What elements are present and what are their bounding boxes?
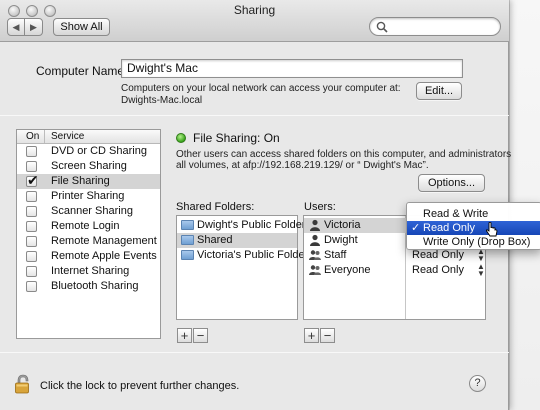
folder-icon [181,250,194,260]
service-checkbox[interactable] [26,251,37,262]
service-name: Remote Apple Events [51,250,157,262]
service-checkbox[interactable]: ✔ [26,172,39,188]
column-header-service[interactable]: Service [51,131,84,142]
service-row[interactable]: Scanner Sharing [17,204,160,219]
users-label: Users: [304,201,336,213]
add-folder-button[interactable]: + [177,328,192,343]
forward-arrow-icon[interactable]: ▶ [25,19,42,35]
shared-folders-label: Shared Folders: [176,201,255,213]
service-checkbox[interactable] [26,236,37,247]
permission-menu-item[interactable]: Read & Write [407,207,540,221]
service-row[interactable]: Internet Sharing [17,264,160,279]
shared-folder-name: Dwight's Public Folder [197,219,306,231]
permission-menu-label: Read & Write [423,208,489,220]
help-button[interactable]: ? [469,375,486,392]
titlebar: Sharing ◀ ▶ Show All [0,0,509,42]
edit-button[interactable]: Edit... [416,82,462,100]
remove-folder-button[interactable]: − [193,328,208,343]
user-name: Dwight [324,234,358,246]
service-name: DVD or CD Sharing [51,145,147,157]
permission-menu-label: Read Only [423,222,475,234]
column-header-on[interactable]: On [26,131,39,142]
service-name: Bluetooth Sharing [51,280,139,292]
show-all-button[interactable]: Show All [53,18,110,36]
user-permission[interactable]: Read Only [412,264,464,276]
service-name: Remote Login [51,220,120,232]
back-arrow-icon[interactable]: ◀ [8,19,25,35]
service-row[interactable]: Remote Apple Events [17,249,160,264]
shared-folders-list: Dwight's Public Folder Shared Victoria's P… [176,215,308,320]
user-name: Staff [324,249,347,261]
window-title: Sharing [233,3,276,17]
service-list: On Service DVD or CD Sharing Screen Shari… [16,129,161,339]
permission-popup-menu: Read & Write ✓ Read Only Write Only (Drop B… [406,202,540,250]
status-indicator-icon [176,133,186,143]
file-sharing-desc-line2: all volumes, at afp://192.168.219.129/ o… [176,160,429,171]
service-name: Screen Sharing [51,160,127,172]
shared-folder-row[interactable]: Dwight's Public Folder [177,218,305,233]
menu-checkmark-icon: ✓ [411,222,421,234]
shared-folder-row[interactable]: Victoria's Public Folder [177,248,308,263]
service-checkbox[interactable] [26,206,37,217]
shared-folder-name: Shared [197,234,233,246]
user-icon [310,219,320,231]
add-user-button[interactable]: + [304,328,319,343]
service-checkbox[interactable] [26,161,37,172]
hand-cursor-icon [486,222,498,237]
updown-arrows-icon[interactable]: ▲ ▼ [477,263,485,278]
group-icon [309,265,321,275]
computer-name-label: Computer Name: [36,64,128,78]
service-list-header: On Service [17,130,160,144]
service-row[interactable]: ✔ File Sharing [17,172,160,189]
service-name: Printer Sharing [51,190,125,202]
bottom-divider [0,352,509,353]
search-field[interactable] [369,17,501,36]
service-checkbox[interactable] [26,221,37,232]
user-name: Everyone [324,264,371,276]
group-icon [309,250,321,260]
search-input[interactable] [390,19,494,34]
user-row[interactable]: Staff Read Only ▲ ▼ [304,248,485,263]
top-divider [0,115,509,116]
service-row[interactable]: Bluetooth Sharing [17,279,160,294]
shared-folder-name: Victoria's Public Folder [197,249,309,261]
service-row[interactable]: Printer Sharing [17,189,160,204]
service-row[interactable]: Remote Login [17,219,160,234]
permission-menu-item[interactable]: Write Only (Drop Box) [407,235,540,249]
computer-name-info: Computers on your local network can acce… [121,83,401,94]
lock-icon[interactable] [14,374,32,394]
folder-icon [181,220,194,230]
service-name: Internet Sharing [51,265,130,277]
back-forward-group: ◀ ▶ [7,18,43,36]
service-checkbox[interactable] [26,266,37,277]
user-icon [310,234,320,246]
computer-name-field[interactable]: Dwight's Mac [121,59,463,78]
service-checkbox[interactable] [26,146,37,157]
search-icon [376,21,388,33]
computer-local-address: Dwights-Mac.local [121,95,203,106]
service-checkbox[interactable] [26,191,37,202]
service-checkbox[interactable] [26,281,37,292]
file-sharing-status: File Sharing: On [193,131,280,145]
service-name: File Sharing [51,175,110,187]
shared-folder-row[interactable]: Shared [177,233,297,248]
user-row[interactable]: Everyone Read Only ▲ ▼ [304,263,485,278]
folder-icon [181,235,194,245]
updown-arrows-icon[interactable]: ▲ ▼ [477,248,485,263]
lock-message: Click the lock to prevent further change… [40,380,240,392]
checkmark-icon: ✔ [27,172,39,188]
service-name: Remote Management [51,235,157,247]
file-sharing-desc-line1: Other users can access shared folders on… [176,149,512,160]
options-button[interactable]: Options... [418,174,485,192]
user-permission[interactable]: Read Only [412,249,464,261]
user-name: Victoria [324,219,361,231]
permission-menu-item[interactable]: ✓ Read Only [407,221,540,235]
service-row[interactable]: DVD or CD Sharing [17,144,160,159]
service-row[interactable]: Remote Management [17,234,160,249]
remove-user-button[interactable]: − [320,328,335,343]
permission-menu-label: Write Only (Drop Box) [423,236,531,248]
service-name: Scanner Sharing [51,205,133,217]
